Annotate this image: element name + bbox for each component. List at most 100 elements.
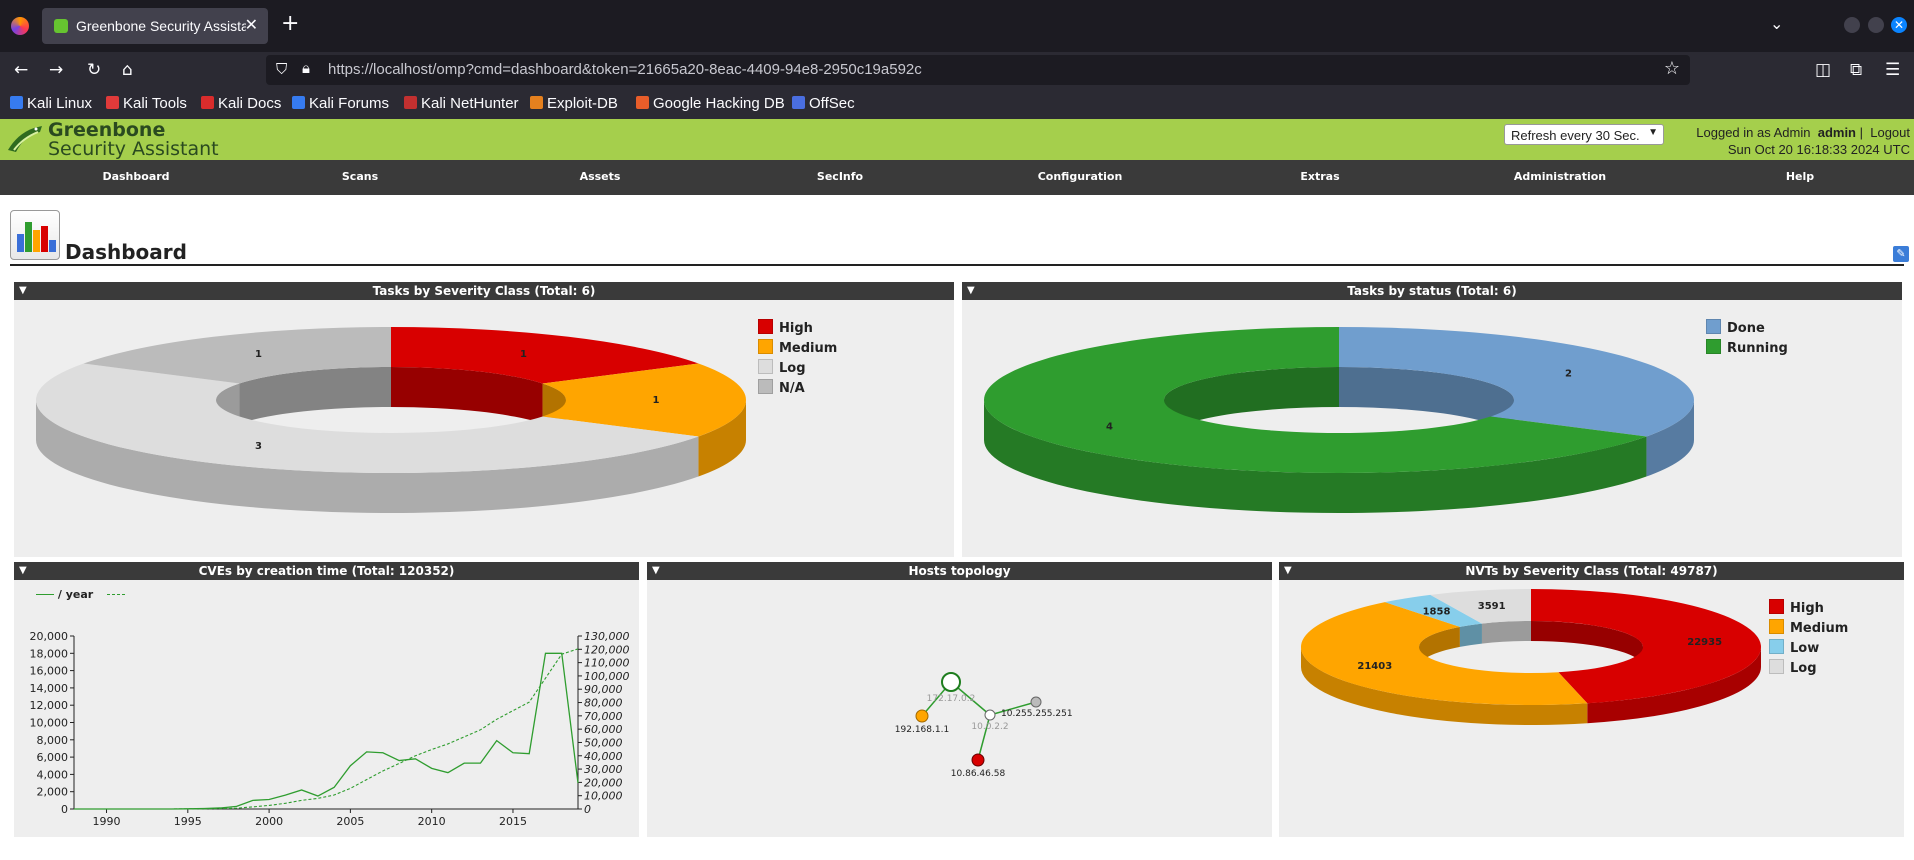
forward-arrow-icon[interactable]: → bbox=[49, 58, 63, 82]
menu-configuration[interactable]: Configuration bbox=[1038, 170, 1123, 183]
page-title: Dashboard bbox=[65, 240, 187, 264]
pocket-icon[interactable]: ◫ bbox=[1815, 58, 1831, 82]
firefox-icon[interactable] bbox=[11, 17, 29, 35]
y2-tick-label: 50,000 bbox=[584, 736, 623, 749]
brand-subtitle: Security Assistant bbox=[48, 138, 219, 160]
menu-administration[interactable]: Administration bbox=[1514, 170, 1606, 183]
topology-graph[interactable]: 172.17.0.2 192.168.1.1 10.0.2.2 10.255.2… bbox=[647, 562, 1272, 837]
wrench-icon[interactable]: ✎ bbox=[1893, 246, 1909, 262]
legend-item-running: Running bbox=[1706, 339, 1788, 359]
y-tick-label: 4,000 bbox=[37, 768, 69, 781]
greenbone-favicon bbox=[54, 19, 68, 33]
title-divider bbox=[10, 264, 1904, 266]
extensions-icon[interactable]: ⧉ bbox=[1850, 58, 1862, 82]
y-tick-label: 14,000 bbox=[30, 682, 69, 695]
lock-icon[interactable]: 🔒︎ bbox=[302, 59, 310, 77]
maximize-window-button[interactable] bbox=[1868, 17, 1884, 33]
new-tab-icon[interactable]: + bbox=[281, 13, 299, 35]
y-tick-label: 6,000 bbox=[37, 751, 69, 764]
cves-panel: ▼ CVEs by creation time (Total: 120352) 0… bbox=[14, 562, 639, 837]
back-arrow-icon[interactable]: ← bbox=[14, 58, 28, 82]
legend-item-na: N/A bbox=[758, 379, 837, 399]
series-per-year-line bbox=[74, 652, 579, 810]
list-tabs-chevron-icon[interactable]: ⌄ bbox=[1770, 14, 1783, 33]
y-tick-label: 18,000 bbox=[30, 647, 69, 660]
y2-tick-label: 100,000 bbox=[584, 670, 630, 683]
close-window-button[interactable]: ✕ bbox=[1891, 17, 1907, 33]
bookmark-kali-linux[interactable]: Kali Linux bbox=[10, 95, 92, 112]
chevron-down-icon: ▼ bbox=[1648, 127, 1658, 138]
y2-tick-label: 0 bbox=[584, 803, 591, 816]
refresh-select[interactable]: Refresh every 30 Sec. ▼ bbox=[1504, 124, 1664, 145]
y2-tick-label: 80,000 bbox=[584, 697, 623, 710]
login-info: Logged in as Admin admin | Logout bbox=[1696, 125, 1910, 140]
y2-tick-label: 20,000 bbox=[584, 776, 623, 789]
y-tick-label: 8,000 bbox=[37, 734, 69, 747]
menu-dashboard[interactable]: Dashboard bbox=[102, 170, 169, 183]
hamburger-menu-icon[interactable]: ☰ bbox=[1885, 58, 1900, 82]
slice-value-label: 3591 bbox=[1478, 601, 1506, 612]
topology-node-192-168-1-1[interactable] bbox=[915, 709, 929, 723]
tasks-by-status-panel: ▼ Tasks by status (Total: 6) 24 Done Runn… bbox=[962, 282, 1902, 557]
menu-help[interactable]: Help bbox=[1786, 170, 1814, 183]
refresh-select-value: Refresh every 30 Sec. bbox=[1511, 128, 1640, 143]
legend-item-high: High bbox=[1769, 599, 1848, 619]
username-link[interactable]: admin bbox=[1818, 125, 1856, 140]
bookmarks-bar: Kali Linux Kali Tools Kali Docs Kali For… bbox=[0, 88, 1914, 119]
browser-chrome: Greenbone Security Assistant ✕ + ⌄ ✕ ← →… bbox=[0, 0, 1914, 119]
slice-value-label: 22935 bbox=[1687, 637, 1722, 648]
y2-tick-label: 130,000 bbox=[584, 630, 630, 643]
browser-tab[interactable]: Greenbone Security Assistant ✕ bbox=[42, 8, 268, 44]
logout-link[interactable]: Logout bbox=[1870, 125, 1910, 140]
bookmark-exploit-db[interactable]: Exploit-DB bbox=[530, 95, 618, 112]
topology-node-10-86-46-58[interactable] bbox=[971, 753, 985, 767]
y-tick-label: 10,000 bbox=[30, 717, 69, 730]
minimize-window-button[interactable] bbox=[1844, 17, 1860, 33]
bookmark-kali-forums[interactable]: Kali Forums bbox=[292, 95, 389, 112]
slice-value-label: 4 bbox=[1106, 422, 1113, 433]
legend-per-year: / year bbox=[57, 588, 94, 601]
menu-extras[interactable]: Extras bbox=[1300, 170, 1339, 183]
bookmark-offsec[interactable]: OffSec bbox=[792, 95, 855, 112]
home-icon[interactable]: ⌂ bbox=[122, 58, 133, 82]
tab-strip: Greenbone Security Assistant ✕ + ⌄ ✕ bbox=[0, 0, 1914, 52]
bookmark-kali-docs[interactable]: Kali Docs bbox=[201, 95, 281, 112]
topology-node-10-255-255-251[interactable] bbox=[1030, 696, 1042, 708]
slice-value-label: 3 bbox=[255, 441, 262, 452]
x-tick-label: 2015 bbox=[499, 815, 527, 828]
menu-scans[interactable]: Scans bbox=[342, 170, 378, 183]
reload-icon[interactable]: ↻ bbox=[87, 58, 101, 82]
topology-label: 192.168.1.1 bbox=[895, 725, 949, 735]
legend-item-low: Low bbox=[1769, 639, 1848, 659]
tab-title: Greenbone Security Assistant bbox=[76, 18, 246, 34]
url-bar[interactable]: ⛉ 🔒︎ https://localhost/omp?cmd=dashboard… bbox=[266, 55, 1690, 85]
topology-label: 10.255.255.251 bbox=[1001, 709, 1073, 719]
x-tick-label: 2010 bbox=[418, 815, 446, 828]
menu-secinfo[interactable]: SecInfo bbox=[817, 170, 863, 183]
tasks-by-severity-panel: ▼ Tasks by Severity Class (Total: 6) 1131… bbox=[14, 282, 954, 557]
topology-node-10-0-2-2[interactable] bbox=[984, 709, 996, 721]
bookmark-kali-tools[interactable]: Kali Tools bbox=[106, 95, 187, 112]
url-text[interactable]: https://localhost/omp?cmd=dashboard&toke… bbox=[328, 61, 922, 78]
close-tab-icon[interactable]: ✕ bbox=[245, 15, 258, 35]
bookmark-star-icon[interactable]: ☆ bbox=[1664, 58, 1680, 79]
legend-item-high: High bbox=[758, 319, 837, 339]
slice-value-label: 1 bbox=[520, 349, 527, 360]
y-tick-label: 0 bbox=[61, 803, 68, 816]
bookmark-kali-nethunter[interactable]: Kali NetHunter bbox=[404, 95, 519, 112]
bookmark-google-hacking-db[interactable]: Google Hacking DB bbox=[636, 95, 785, 112]
logged-in-label: Logged in as Admin bbox=[1696, 125, 1811, 140]
y-tick-label: 2,000 bbox=[37, 786, 69, 799]
main-menu: Dashboard Scans Assets SecInfo Configura… bbox=[0, 160, 1914, 195]
nvts-panel: ▼ NVTs by Severity Class (Total: 49787) 2… bbox=[1279, 562, 1904, 837]
y2-tick-label: 30,000 bbox=[584, 763, 623, 776]
shield-icon[interactable]: ⛉ bbox=[276, 60, 287, 78]
greenbone-logo-icon[interactable] bbox=[6, 122, 44, 156]
slice-inner-wall bbox=[1481, 621, 1531, 644]
current-datetime: Sun Oct 20 16:18:33 2024 UTC bbox=[1727, 142, 1910, 157]
nvts-legend: High Medium Low Log bbox=[1769, 599, 1848, 679]
y2-tick-label: 60,000 bbox=[584, 723, 623, 736]
series-cumulative-line bbox=[74, 648, 579, 810]
menu-assets[interactable]: Assets bbox=[580, 170, 621, 183]
topology-node-scanner[interactable] bbox=[941, 672, 961, 692]
